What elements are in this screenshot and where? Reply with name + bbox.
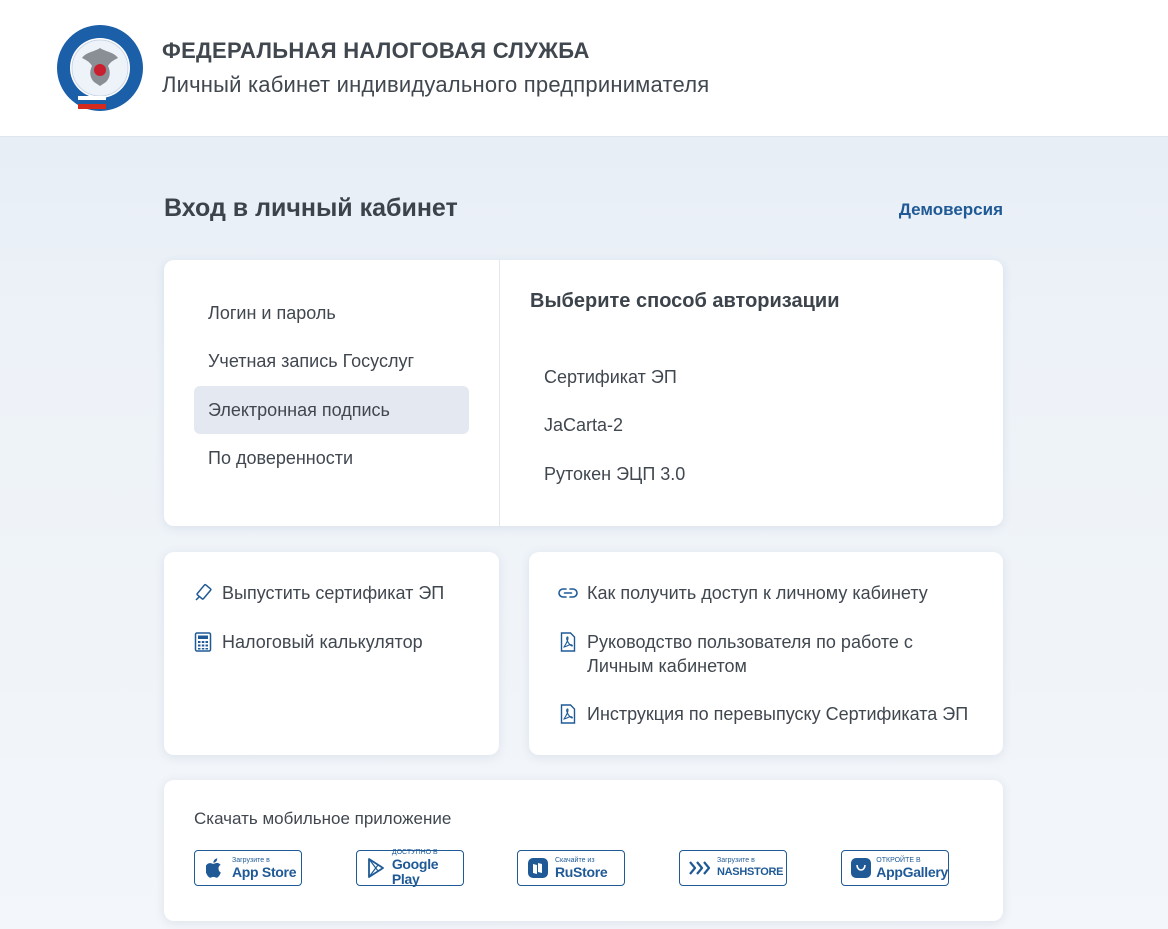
method-power-of-attorney[interactable]: По доверенности <box>194 434 469 482</box>
option-rutoken[interactable]: Рутокен ЭЦП 3.0 <box>544 464 685 485</box>
access-help-link[interactable]: Как получить доступ к личному кабинету <box>557 581 928 605</box>
usb-token-icon <box>192 581 214 605</box>
mobile-app-title: Скачать мобильное приложение <box>194 809 452 828</box>
demo-version-link[interactable]: Демоверсия <box>899 200 1003 220</box>
app-store-label: App Store <box>232 863 297 880</box>
mobile-app-card: Скачать мобильное приложение Загрузите в… <box>164 780 1003 921</box>
appgallery-label: AppGallery <box>876 863 948 880</box>
apple-icon <box>202 857 228 879</box>
method-electronic-signature[interactable]: Электронная подпись <box>194 386 469 434</box>
cabinet-subtitle: Личный кабинет индивидуального предприни… <box>162 72 710 97</box>
auth-card: Логин и пароль Учетная запись Госуслуг Э… <box>164 260 1003 526</box>
google-play-icon <box>364 857 388 879</box>
nashstore-label: NASHSTORE <box>717 865 784 878</box>
site-header: ФЕДЕРАЛЬНАЯ НАЛОГОВАЯ СЛУЖБА Личный каби… <box>0 0 1168 137</box>
access-help-label: Как получить доступ к личному кабинету <box>587 583 928 603</box>
nashstore-button[interactable]: Загрузите в NASHSTORE <box>679 850 787 886</box>
reissue-instruction-link[interactable]: Инструкция по перевыпуску Сертификата ЭП <box>557 702 968 726</box>
appgallery-button[interactable]: ОТКРОЙТЕ В AppGallery <box>841 850 949 886</box>
rustore-icon <box>525 857 551 879</box>
auth-heading: Выберите способ авторизации <box>530 290 840 312</box>
user-guide-line1: Руководство пользователя по работе с <box>587 632 913 652</box>
appgallery-icon <box>849 857 872 879</box>
rustore-label: RuStore <box>555 863 608 880</box>
method-login-password[interactable]: Логин и пароль <box>194 289 469 337</box>
user-guide-line2: Личным кабинетом <box>587 656 747 676</box>
method-gosuslugi[interactable]: Учетная запись Госуслуг <box>194 337 469 385</box>
calculator-icon <box>192 630 214 654</box>
link-icon <box>557 581 579 605</box>
rustore-button[interactable]: Скачайте из RuStore <box>517 850 625 886</box>
tax-calculator-link[interactable]: Налоговый калькулятор <box>192 630 423 654</box>
google-play-button[interactable]: ДОСТУПНО В Google Play <box>356 849 464 887</box>
issue-certificate-link[interactable]: Выпустить сертификат ЭП <box>192 581 444 605</box>
page-title: Вход в личный кабинет <box>164 194 458 222</box>
fns-emblem-icon[interactable] <box>56 24 144 112</box>
nashstore-icon <box>687 857 713 879</box>
user-guide-text: Руководство пользователя по работе с Лич… <box>587 630 913 678</box>
auth-divider <box>499 260 500 526</box>
tools-card: Выпустить сертификат ЭП Налоговый кальку… <box>164 552 499 755</box>
option-jacarta[interactable]: JaCarta-2 <box>544 415 623 436</box>
google-play-label: Google Play <box>391 856 439 887</box>
app-store-button[interactable]: Загрузите в App Store <box>194 850 302 886</box>
org-name: ФЕДЕРАЛЬНАЯ НАЛОГОВАЯ СЛУЖБА <box>162 38 590 63</box>
nashstore-small: Загрузите в <box>717 856 755 864</box>
pdf-icon <box>557 702 579 726</box>
issue-certificate-label: Выпустить сертификат ЭП <box>222 583 445 603</box>
option-certificate[interactable]: Сертификат ЭП <box>544 367 677 388</box>
tax-calculator-label: Налоговый калькулятор <box>222 632 423 652</box>
help-links-card: Как получить доступ к личному кабинету Р… <box>529 552 1003 755</box>
reissue-instruction-label: Инструкция по перевыпуску Сертификата ЭП <box>587 704 969 724</box>
pdf-icon <box>557 630 579 654</box>
user-guide-link[interactable]: Руководство пользователя по работе с Лич… <box>557 630 913 678</box>
